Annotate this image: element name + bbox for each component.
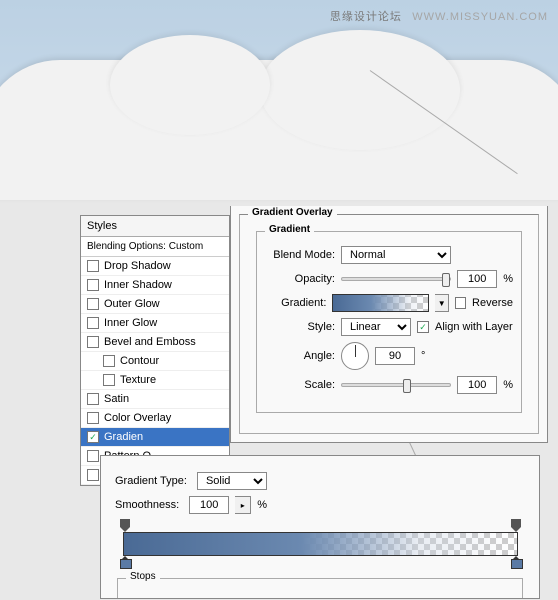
style-label: Style: [265,321,335,333]
percent-label: % [503,379,513,391]
background-cloud [0,60,558,200]
gradient-type-row: Gradient Type: Solid [115,472,525,490]
angle-row: Angle: ° [265,342,513,370]
style-item-drop-shadow[interactable]: Drop Shadow [81,257,229,276]
align-label: Align with Layer [435,321,513,333]
fieldset-legend: Gradient Overlay [248,207,337,218]
style-checkbox[interactable] [87,469,99,481]
style-label: Color Overlay [104,412,171,424]
style-checkbox[interactable] [87,336,99,348]
scale-row: Scale: % [265,376,513,394]
blend-mode-label: Blend Mode: [265,249,335,261]
styles-header[interactable]: Styles [81,216,229,237]
scale-slider[interactable] [341,383,451,387]
scale-input[interactable] [457,376,497,394]
style-label: Inner Glow [104,317,157,329]
align-checkbox[interactable]: ✓ [417,321,429,333]
style-checkbox[interactable] [103,355,115,367]
blend-mode-select[interactable]: Normal [341,246,451,264]
style-label: Inner Shadow [104,279,172,291]
style-label: Satin [104,393,129,405]
style-label: Drop Shadow [104,260,171,272]
style-checkbox[interactable] [87,393,99,405]
color-stop[interactable] [120,557,130,569]
degree-label: ° [421,350,425,362]
style-label: Contour [120,355,159,367]
style-label: Bevel and Emboss [104,336,196,348]
style-item-gradient-overlay[interactable]: ✓ Gradien [81,428,229,447]
gradient-fieldset: Gradient Blend Mode: Normal Opacity: % G… [256,231,522,413]
style-checkbox[interactable] [87,260,99,272]
scale-label: Scale: [265,379,335,391]
smoothness-stepper-icon[interactable]: ▸ [235,496,251,514]
watermark-url: WWW.MISSYUAN.COM [412,11,548,23]
gradient-type-select[interactable]: Solid [197,472,267,490]
style-label: Gradien [104,431,143,443]
style-label: Texture [120,374,156,386]
style-item-texture[interactable]: Texture [81,371,229,390]
stops-fieldset: Stops [117,578,523,598]
opacity-row: Opacity: % [265,270,513,288]
style-checkbox[interactable] [87,279,99,291]
style-item-color-overlay[interactable]: Color Overlay [81,409,229,428]
angle-label: Angle: [265,350,335,362]
stops-legend: Stops [126,571,160,582]
gradient-type-label: Gradient Type: [115,475,187,487]
gradient-bar[interactable] [123,532,518,556]
smoothness-label: Smoothness: [115,499,179,511]
style-item-contour[interactable]: Contour [81,352,229,371]
style-checkbox[interactable]: ✓ [87,431,99,443]
style-checkbox[interactable] [87,317,99,329]
style-row: Style: Linear ✓ Align with Layer [265,318,513,336]
gradient-label: Gradient: [265,297,326,309]
style-item-inner-shadow[interactable]: Inner Shadow [81,276,229,295]
style-checkbox[interactable] [103,374,115,386]
percent-label: % [503,273,513,285]
reverse-label: Reverse [472,297,513,309]
style-item-bevel-and-emboss[interactable]: Bevel and Emboss [81,333,229,352]
style-item-satin[interactable]: Satin [81,390,229,409]
opacity-input[interactable] [457,270,497,288]
gradient-overlay-fieldset: Gradient Overlay Gradient Blend Mode: No… [239,214,539,434]
styles-panel: Styles Blending Options: Custom Drop Sha… [80,215,230,486]
style-checkbox[interactable] [87,298,99,310]
reverse-checkbox[interactable] [455,297,466,309]
opacity-label: Opacity: [265,273,335,285]
style-item-outer-glow[interactable]: Outer Glow [81,295,229,314]
blending-options[interactable]: Blending Options: Custom [81,237,229,257]
gradient-row: Gradient: ▼ Reverse [265,294,513,312]
gradient-dropdown-icon[interactable]: ▼ [435,294,449,312]
blend-mode-row: Blend Mode: Normal [265,246,513,264]
opacity-slider[interactable] [341,277,451,281]
style-select[interactable]: Linear [341,318,411,336]
smoothness-row: Smoothness: ▸ % [115,496,525,514]
opacity-stop[interactable] [511,519,521,531]
watermark: 思缘设计论坛 WWW.MISSYUAN.COM [330,8,548,24]
style-checkbox[interactable] [87,450,99,462]
color-stop[interactable] [511,557,521,569]
smoothness-input[interactable] [189,496,229,514]
style-item-inner-glow[interactable]: Inner Glow [81,314,229,333]
gradient-editor-panel: Gradient Type: Solid Smoothness: ▸ % Sto… [100,455,540,599]
gradient-overlay-panel: Gradient Overlay Gradient Blend Mode: No… [230,206,548,443]
angle-dial[interactable] [341,342,369,370]
watermark-cn: 思缘设计论坛 [330,11,402,23]
fieldset-legend: Gradient [265,224,314,235]
style-checkbox[interactable] [87,412,99,424]
percent-label: % [257,499,267,511]
opacity-stop[interactable] [120,519,130,531]
style-label: Outer Glow [104,298,160,310]
angle-input[interactable] [375,347,415,365]
gradient-preview[interactable] [332,294,429,312]
